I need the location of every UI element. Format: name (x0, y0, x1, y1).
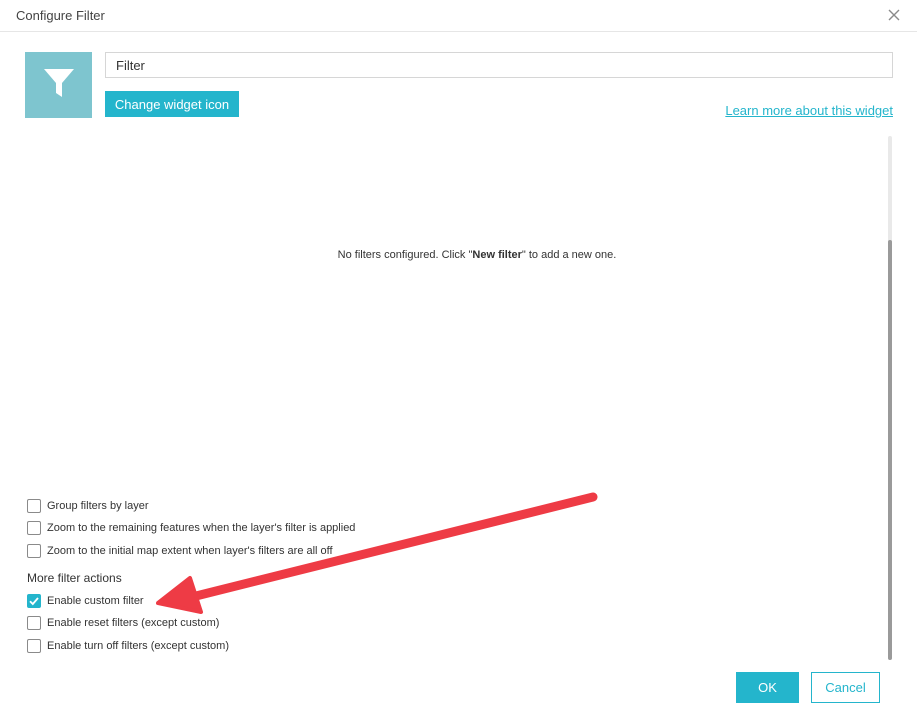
option-enable-turn-off-filters[interactable]: Enable turn off filters (except custom) (27, 638, 229, 654)
cancel-button[interactable]: Cancel (811, 672, 880, 703)
option-label: Zoom to the initial map extent when laye… (47, 545, 333, 557)
enable-custom-filter-checkbox[interactable] (27, 594, 41, 608)
zoom-initial-checkbox[interactable] (27, 544, 41, 558)
option-label: Group filters by layer (47, 500, 149, 512)
scrollbar[interactable] (888, 136, 892, 660)
more-filter-actions-title: More filter actions (27, 571, 122, 585)
option-enable-reset-filters[interactable]: Enable reset filters (except custom) (27, 615, 219, 631)
no-filters-message: No filters configured. Click "New filter… (0, 249, 917, 261)
filter-funnel-icon (42, 66, 76, 105)
option-zoom-initial[interactable]: Zoom to the initial map extent when laye… (27, 543, 333, 559)
widget-name-input[interactable] (105, 52, 893, 78)
check-icon (29, 597, 39, 606)
scrollbar-thumb[interactable] (888, 240, 892, 660)
widget-icon-preview (25, 52, 92, 118)
option-label: Enable custom filter (47, 595, 144, 607)
learn-more-link[interactable]: Learn more about this widget (725, 103, 893, 118)
no-filters-message-suffix: " to add a new one. (521, 249, 617, 261)
option-label: Enable turn off filters (except custom) (47, 640, 229, 652)
change-widget-icon-button[interactable]: Change widget icon (105, 91, 239, 117)
group-by-layer-checkbox[interactable] (27, 499, 41, 513)
option-enable-custom-filter[interactable]: Enable custom filter (27, 593, 144, 609)
ok-button[interactable]: OK (736, 672, 799, 703)
no-filters-message-prefix: No filters configured. Click " (337, 249, 473, 261)
enable-reset-filters-checkbox[interactable] (27, 616, 41, 630)
new-filter-label: New filter (472, 249, 522, 261)
option-zoom-remaining[interactable]: Zoom to the remaining features when the … (27, 520, 355, 536)
option-label: Zoom to the remaining features when the … (47, 522, 356, 534)
enable-turn-off-filters-checkbox[interactable] (27, 639, 41, 653)
dialog-titlebar: Configure Filter (0, 0, 917, 32)
zoom-remaining-checkbox[interactable] (27, 521, 41, 535)
close-icon[interactable] (885, 6, 903, 24)
dialog-title: Configure Filter (16, 8, 105, 23)
option-label: Enable reset filters (except custom) (47, 617, 220, 629)
option-group-by-layer[interactable]: Group filters by layer (27, 498, 148, 514)
